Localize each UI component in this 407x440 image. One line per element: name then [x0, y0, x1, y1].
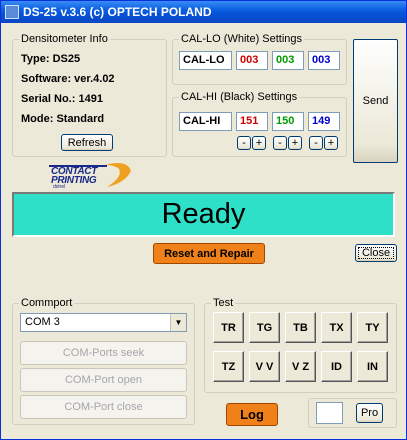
cal-hi-name-field[interactable]: CAL-HI — [179, 112, 232, 131]
main-window: DS-25 v.3.6 (c) OPTECH POLAND Densitomet… — [0, 0, 407, 440]
test-tb-button[interactable]: TB — [285, 312, 316, 343]
reset-and-repair-button[interactable]: Reset and Repair — [153, 243, 265, 264]
com-port-open-button[interactable]: COM-Port open — [20, 368, 187, 392]
red-plus-button[interactable]: + — [252, 136, 266, 150]
test-tr-button[interactable]: TR — [213, 312, 244, 343]
test-ty-button[interactable]: TY — [357, 312, 388, 343]
commport-legend: Commport — [19, 297, 75, 309]
blue-plus-button[interactable]: + — [324, 136, 338, 150]
cal-lo-red-field[interactable]: 003 — [236, 51, 268, 70]
test-tz-button[interactable]: TZ — [213, 351, 244, 382]
test-vz-button[interactable]: V Z — [285, 351, 316, 382]
cal-hi-green-field[interactable]: 150 — [272, 112, 304, 131]
red-minus-button[interactable]: - — [237, 136, 251, 150]
pro-code-input[interactable] — [316, 402, 343, 424]
cal-lo-name-field[interactable]: CAL-LO — [179, 51, 232, 70]
test-vv-button[interactable]: V V — [249, 351, 280, 382]
app-icon — [5, 5, 19, 19]
window-title: DS-25 v.3.6 (c) OPTECH POLAND — [23, 5, 212, 19]
refresh-button[interactable]: Refresh — [61, 134, 113, 151]
blue-minus-button[interactable]: - — [309, 136, 323, 150]
contact-printing-logo: CONTACT PRINTING dstrel — [47, 161, 137, 190]
green-minus-button[interactable]: - — [273, 136, 287, 150]
cal-hi-blue-field[interactable]: 149 — [308, 112, 340, 131]
com-port-select[interactable]: COM 3 ▼ — [20, 313, 187, 332]
com-port-selected: COM 3 — [25, 316, 60, 328]
send-button[interactable]: Send — [353, 39, 398, 163]
test-legend: Test — [211, 297, 236, 309]
com-ports-seek-button[interactable]: COM-Ports seek — [20, 341, 187, 365]
log-button[interactable]: Log — [226, 403, 278, 426]
close-button[interactable]: Close — [355, 244, 397, 262]
cal-lo-legend: CAL-LO (White) Settings — [179, 33, 305, 45]
test-tg-button[interactable]: TG — [249, 312, 280, 343]
software-label: Software: ver.4.02 — [21, 73, 115, 85]
green-plus-button[interactable]: + — [288, 136, 302, 150]
cal-hi-legend: CAL-HI (Black) Settings — [179, 91, 300, 103]
pro-button[interactable]: Pro — [356, 403, 383, 423]
test-in-button[interactable]: IN — [357, 351, 388, 382]
chevron-down-icon[interactable]: ▼ — [170, 314, 186, 331]
com-port-close-button[interactable]: COM-Port close — [20, 395, 187, 419]
cal-lo-blue-field[interactable]: 003 — [308, 51, 340, 70]
title-bar[interactable]: DS-25 v.3.6 (c) OPTECH POLAND — [1, 1, 406, 23]
serial-label: Serial No.: 1491 — [21, 93, 103, 105]
cal-lo-green-field[interactable]: 003 — [272, 51, 304, 70]
test-id-button[interactable]: ID — [321, 351, 352, 382]
type-label: Type: DS25 — [21, 53, 81, 65]
test-tx-button[interactable]: TX — [321, 312, 352, 343]
status-display: Ready — [12, 192, 395, 237]
logo-line3: dstrel — [53, 184, 66, 190]
densitometer-info-legend: Densitometer Info — [19, 33, 110, 45]
cal-hi-red-field[interactable]: 151 — [236, 112, 268, 131]
mode-label: Mode: Standard — [21, 113, 105, 125]
